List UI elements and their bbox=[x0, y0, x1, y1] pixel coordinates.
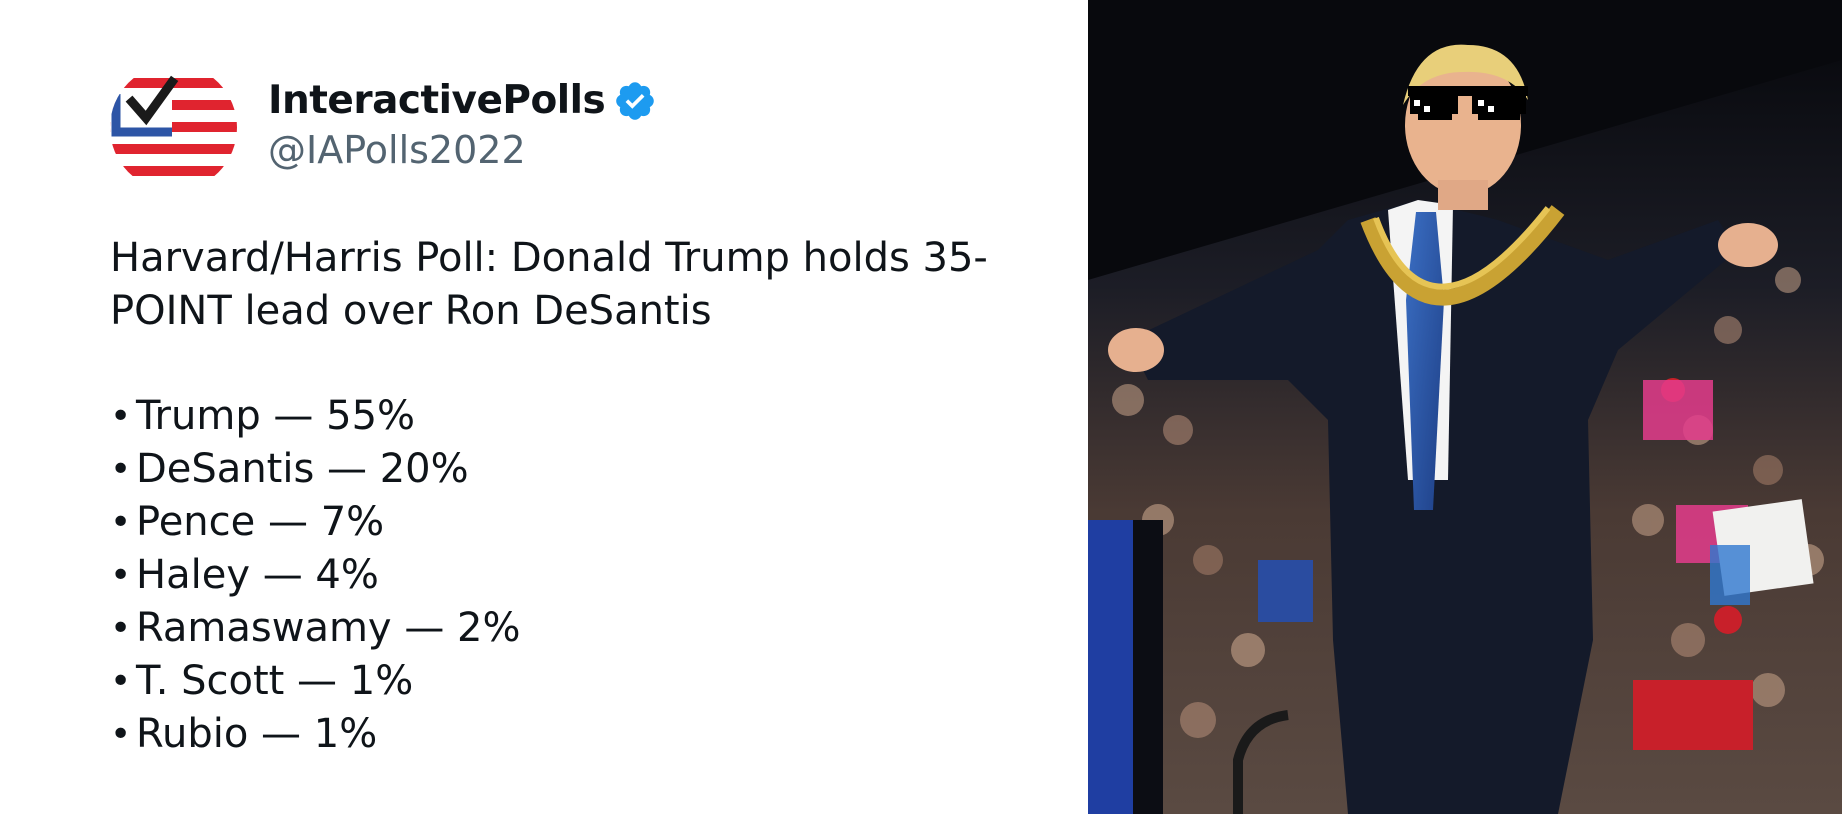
list-item: • Pence — 7% bbox=[110, 496, 1040, 549]
bullet: • bbox=[110, 555, 132, 596]
headline-line-2: POINT lead over Ron DeSantis bbox=[110, 288, 712, 334]
list-item: • Ramaswamy — 2% bbox=[110, 602, 1040, 655]
poll-item-text: T. Scott — 1% bbox=[136, 658, 414, 704]
flag-checkmark-logo-icon bbox=[110, 64, 237, 191]
poll-item-text: Trump — 55% bbox=[136, 393, 416, 439]
list-item: • Haley — 4% bbox=[110, 549, 1040, 602]
bullet: • bbox=[110, 714, 132, 755]
list-item: • T. Scott — 1% bbox=[110, 655, 1040, 708]
list-item: • DeSantis — 20% bbox=[110, 443, 1040, 496]
poll-item-text: Haley — 4% bbox=[136, 552, 379, 598]
tweet-header: InteractivePolls @IAPolls2022 bbox=[110, 64, 1010, 194]
list-item: • Rubio — 1% bbox=[110, 708, 1040, 761]
tweet-body: Harvard/Harris Poll: Donald Trump holds … bbox=[110, 232, 1040, 761]
tweet-headline: Harvard/Harris Poll: Donald Trump holds … bbox=[110, 232, 1040, 338]
name-row: InteractivePolls bbox=[268, 78, 657, 123]
rally-photo-image[interactable] bbox=[1088, 0, 1842, 814]
poll-item-text: Pence — 7% bbox=[136, 499, 385, 545]
bullet: • bbox=[110, 449, 132, 490]
rally-scene bbox=[1088, 0, 1842, 814]
tweet-card: InteractivePolls @IAPolls2022 Harvard/Ha… bbox=[0, 0, 1088, 814]
user-handle[interactable]: @IAPolls2022 bbox=[268, 128, 526, 172]
bullet: • bbox=[110, 502, 132, 543]
display-name[interactable]: InteractivePolls bbox=[268, 78, 606, 123]
bullet: • bbox=[110, 661, 132, 702]
headline-line-1: Harvard/Harris Poll: Donald Trump holds … bbox=[110, 235, 988, 281]
verified-badge-icon bbox=[613, 79, 657, 123]
poll-item-text: DeSantis — 20% bbox=[136, 446, 469, 492]
poll-item-text: Ramaswamy — 2% bbox=[136, 605, 521, 651]
bullet: • bbox=[110, 608, 132, 649]
list-item: • Trump — 55% bbox=[110, 390, 1040, 443]
bullet: • bbox=[110, 396, 132, 437]
poll-results-list: • Trump — 55% • DeSantis — 20% • Pence — 7%… bbox=[110, 390, 1040, 761]
avatar[interactable] bbox=[110, 64, 237, 191]
poll-item-text: Rubio — 1% bbox=[136, 711, 378, 757]
